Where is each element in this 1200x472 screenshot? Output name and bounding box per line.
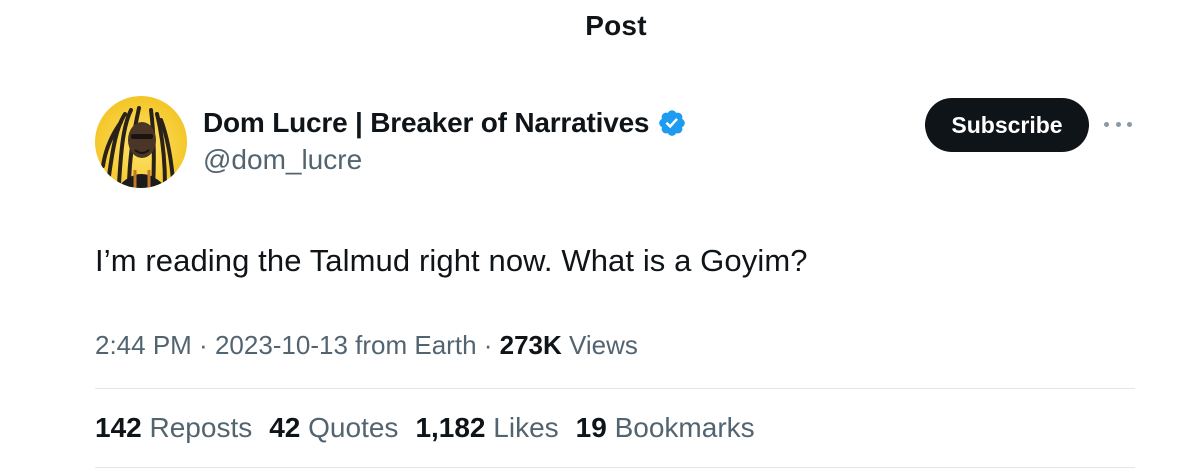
reposts-stat[interactable]: 142 Reposts: [95, 412, 252, 444]
quotes-stat[interactable]: 42 Quotes: [269, 412, 398, 444]
post-text: I’m reading the Talmud right now. What i…: [95, 243, 808, 278]
author-handle[interactable]: @dom_lucre: [203, 144, 362, 176]
bookmarks-stat[interactable]: 19 Bookmarks: [576, 412, 755, 444]
post-date[interactable]: 2023-10-13: [215, 330, 348, 360]
verified-badge-icon: [657, 108, 687, 138]
meta-separator: ·: [191, 330, 215, 360]
divider: [95, 467, 1135, 468]
post-meta: 2:44 PM · 2023-10-13 from Earth · 273K V…: [95, 330, 638, 361]
more-dot: [1127, 121, 1132, 127]
more-dot: [1115, 121, 1121, 127]
quotes-count: 42: [269, 412, 301, 443]
subscribe-button[interactable]: Subscribe: [925, 98, 1089, 152]
page-title: Post: [585, 10, 647, 41]
post-time[interactable]: 2:44 PM: [95, 330, 192, 360]
reposts-label: Reposts: [149, 412, 253, 443]
author-display-name[interactable]: Dom Lucre | Breaker of Narratives: [203, 107, 650, 139]
post-location: from Earth: [347, 330, 477, 360]
bookmarks-label: Bookmarks: [614, 412, 755, 443]
meta-separator: ·: [476, 330, 500, 360]
likes-stat[interactable]: 1,182 Likes: [415, 412, 558, 444]
views-label: Views: [561, 330, 638, 360]
more-dot: [1104, 121, 1109, 127]
avatar-photo-icon: [95, 96, 187, 188]
post-page: Post Dom Lucre | Breaker of Narratives @…: [0, 0, 1200, 472]
avatar[interactable]: [95, 96, 187, 188]
reposts-count: 142: [95, 412, 142, 443]
likes-count: 1,182: [415, 412, 486, 443]
engagement-stats: 142 Reposts 42 Quotes 1,182 Likes 19 Boo…: [95, 412, 755, 444]
author-name-row[interactable]: Dom Lucre | Breaker of Narratives: [203, 107, 687, 139]
quotes-label: Quotes: [308, 412, 399, 443]
views-count: 273K: [499, 330, 562, 360]
divider: [95, 388, 1135, 389]
likes-label: Likes: [493, 412, 559, 443]
more-options-icon[interactable]: [1104, 112, 1132, 136]
bookmarks-count: 19: [575, 412, 607, 443]
